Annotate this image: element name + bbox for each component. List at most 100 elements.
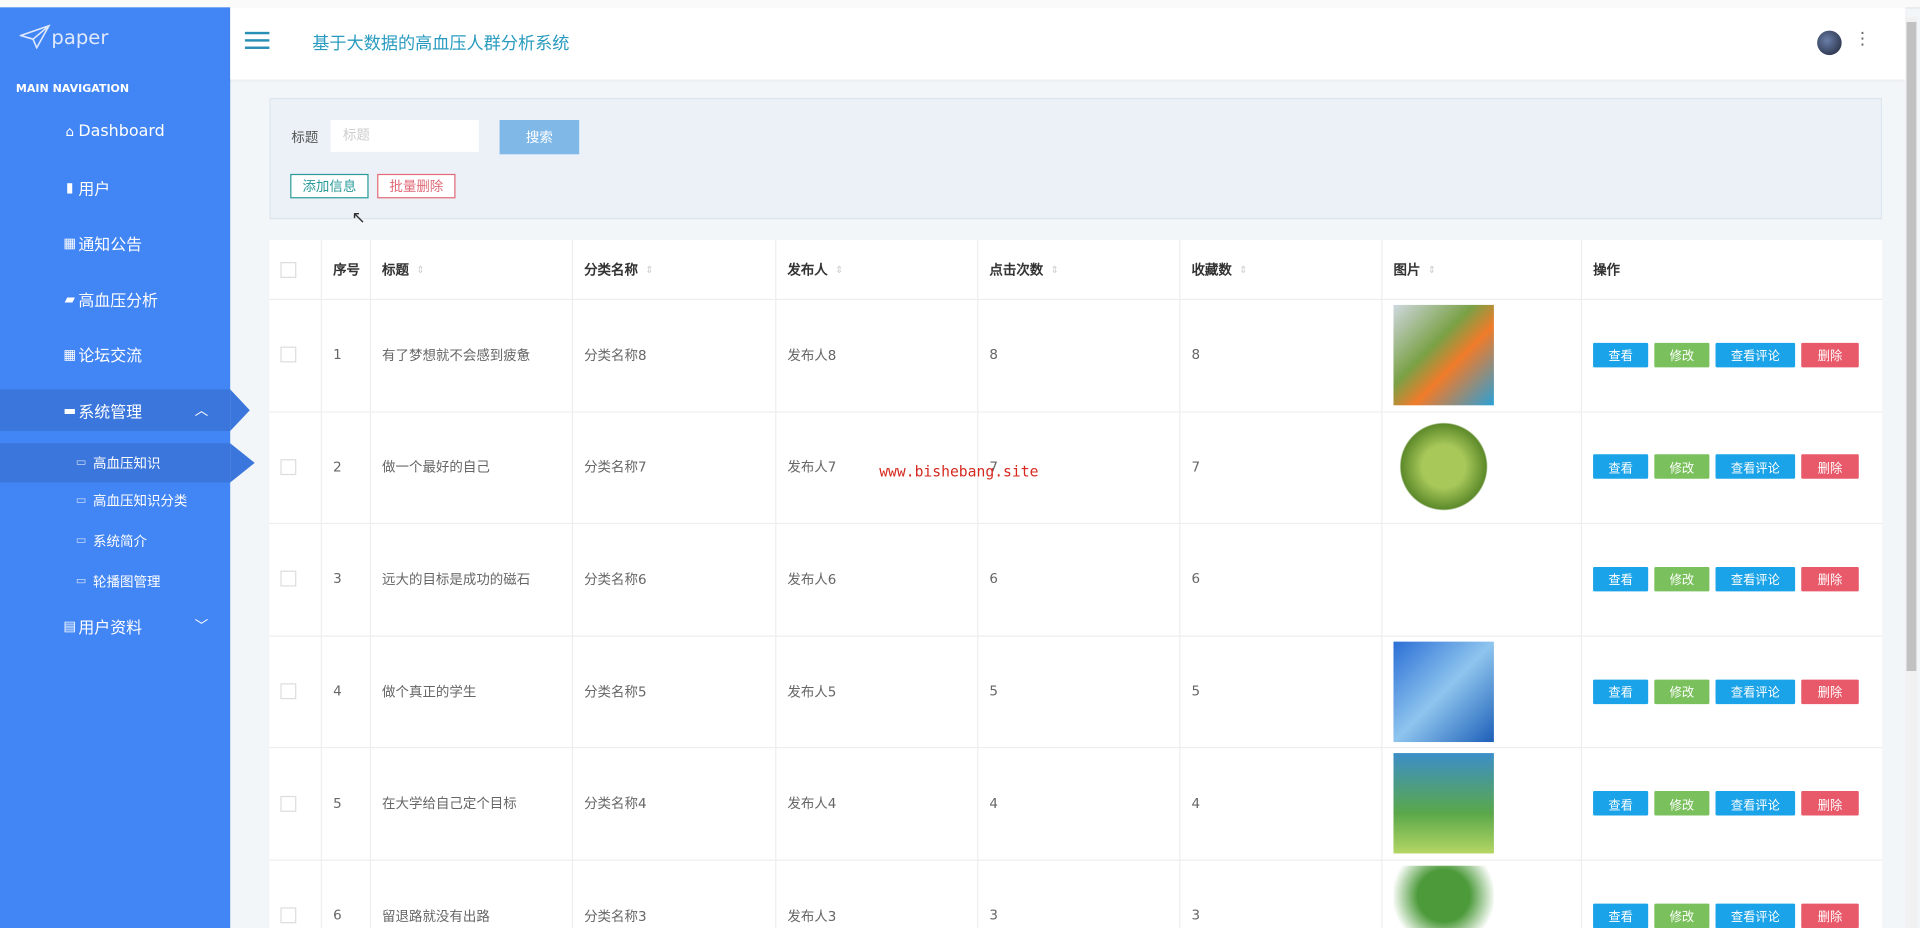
cell-text: 5 [1191, 683, 1201, 700]
add-button[interactable]: 添加信息 [290, 173, 369, 199]
view-button[interactable]: 查看 [1593, 566, 1649, 592]
col-image [1381, 298, 1581, 411]
avatar[interactable] [1817, 30, 1842, 56]
sidebar-item-system[interactable]: ▬ 系统管理 ︿ [0, 389, 250, 432]
col-no: 2 [320, 410, 370, 524]
delete-button[interactable]: 删除 [1801, 791, 1859, 816]
search-button[interactable]: 搜索 [499, 120, 580, 155]
sidebar-subitem-knowledge[interactable]: ▭ 高血压知识 [0, 443, 255, 483]
cell-text: 6 [989, 571, 998, 588]
edit-button[interactable]: 修改 [1654, 454, 1710, 480]
row-select [269, 860, 320, 928]
sort-icon[interactable]: ⇕ [1428, 264, 1436, 275]
cell-text: 6 [333, 907, 342, 924]
sort-icon[interactable]: ⇕ [416, 264, 424, 275]
view-comments-button[interactable]: 查看评论 [1715, 903, 1796, 928]
menu-toggle-icon[interactable] [244, 31, 270, 52]
view-button[interactable]: 查看 [1593, 903, 1649, 928]
view-button[interactable]: 查看 [1593, 342, 1649, 368]
column-header-label: 操作 [1593, 262, 1621, 278]
cell-text: 5 [989, 683, 998, 700]
view-comments-button[interactable]: 查看评论 [1715, 791, 1796, 816]
edit-button[interactable]: 修改 [1654, 566, 1710, 592]
edit-button[interactable]: 修改 [1654, 903, 1710, 928]
sidebar-subitem-knowledge-category[interactable]: ▭ 高血压知识分类 [0, 481, 230, 520]
header-2: 标题 ⇕ [369, 240, 572, 299]
view-button[interactable]: 查看 [1593, 454, 1649, 480]
sort-icon[interactable]: ⇕ [645, 264, 653, 275]
header-1: 序号 [320, 240, 370, 299]
col-title: 在大学给自己定个目标 [369, 747, 572, 860]
cell-text: 分类名称3 [584, 908, 647, 925]
select-all-checkbox[interactable] [280, 261, 297, 278]
row-checkbox[interactable] [280, 683, 297, 700]
view-button[interactable]: 查看 [1593, 679, 1649, 704]
sidebar-item-users[interactable]: ▮ 用户 [0, 167, 230, 209]
row-select [269, 299, 320, 411]
cell-text: 1 [333, 346, 342, 363]
scrollbar[interactable] [1905, 17, 1918, 928]
edit-button[interactable]: 修改 [1654, 679, 1710, 704]
view-button[interactable]: 查看 [1593, 791, 1649, 816]
header-5: 点击次数 ⇕ [977, 240, 1179, 299]
title-search-input[interactable] [330, 120, 479, 152]
sidebar-item-dashboard[interactable]: ⌂ Dashboard [0, 110, 230, 152]
sort-icon[interactable]: ⇕ [835, 264, 843, 275]
table-row: 4 做个真正的学生 分类名称5 发布人5 5 5 查看 修改 查看评论 删除 [269, 635, 1883, 749]
cell-text: 8 [1191, 346, 1201, 363]
row-checkbox[interactable] [280, 459, 297, 475]
thumbnail-image [1393, 416, 1494, 518]
cell-text: 分类名称6 [584, 571, 647, 588]
batch-delete-button[interactable]: 批量删除 [377, 173, 456, 199]
edit-button[interactable]: 修改 [1654, 342, 1710, 368]
delete-button[interactable]: 删除 [1801, 342, 1859, 368]
cell-text: 发布人7 [787, 459, 837, 476]
col-no: 4 [320, 635, 370, 748]
sidebar-subitem-intro[interactable]: ▭ 系统简介 [0, 522, 230, 561]
delete-button[interactable]: 删除 [1801, 566, 1859, 592]
sidebar-item-analysis[interactable]: ▰ 高血压分析 [0, 278, 230, 320]
chevron-down-icon: ﹀ [194, 618, 209, 635]
thumbnail-image [1393, 865, 1494, 928]
cell-text: 分类名称5 [584, 683, 647, 700]
sidebar-subitem-carousel[interactable]: ▭ 轮播图管理 [0, 562, 230, 601]
sidebar-subitem-label: 高血压知识 [93, 455, 161, 472]
sidebar-item-forum[interactable]: ▦ 论坛交流 [0, 333, 230, 375]
col-favorites: 6 [1179, 523, 1381, 636]
row-checkbox[interactable] [280, 907, 297, 924]
row-checkbox[interactable] [280, 795, 297, 812]
cell-text: 做一个最好的自己 [382, 459, 490, 476]
col-image [1381, 635, 1581, 748]
row-select [269, 635, 320, 747]
sidebar-item-notices[interactable]: ▦ 通知公告 [0, 222, 230, 264]
col-clicks: 3 [977, 859, 1179, 928]
view-comments-button[interactable]: 查看评论 [1715, 679, 1796, 704]
sort-icon[interactable]: ⇕ [1051, 264, 1059, 275]
column-header-label: 分类名称 [584, 262, 638, 278]
view-comments-button[interactable]: 查看评论 [1715, 454, 1796, 480]
col-no: 1 [320, 298, 370, 411]
sidebar-item-label: 用户 [78, 180, 111, 199]
row-checkbox[interactable] [280, 571, 297, 588]
sort-icon[interactable]: ⇕ [1239, 264, 1247, 275]
col-favorites: 4 [1179, 747, 1381, 860]
row-checkbox[interactable] [280, 346, 297, 363]
col-title: 远大的目标是成功的磁石 [369, 523, 572, 636]
edit-button[interactable]: 修改 [1654, 791, 1710, 816]
view-comments-button[interactable]: 查看评论 [1715, 566, 1796, 592]
grid-icon: ▦ [63, 234, 77, 251]
grid-icon: ▦ [63, 345, 77, 362]
sidebar-subitem-label: 高血压知识分类 [93, 493, 188, 510]
delete-button[interactable]: 删除 [1801, 679, 1859, 704]
cell-text: 5 [333, 795, 342, 812]
col-favorites: 5 [1179, 635, 1381, 748]
col-favorites: 3 [1179, 859, 1381, 928]
view-comments-button[interactable]: 查看评论 [1715, 342, 1796, 368]
delete-button[interactable]: 删除 [1801, 903, 1859, 928]
more-vertical-icon[interactable]: ⋮ [1854, 29, 1871, 49]
sidebar-item-profile[interactable]: ▤ 用户资料 ﹀ [0, 605, 230, 647]
cell-text: 发布人4 [787, 796, 837, 813]
mouse-cursor-icon: ↖ [351, 208, 366, 228]
delete-button[interactable]: 删除 [1801, 454, 1859, 480]
column-header-label: 收藏数 [1191, 262, 1232, 278]
